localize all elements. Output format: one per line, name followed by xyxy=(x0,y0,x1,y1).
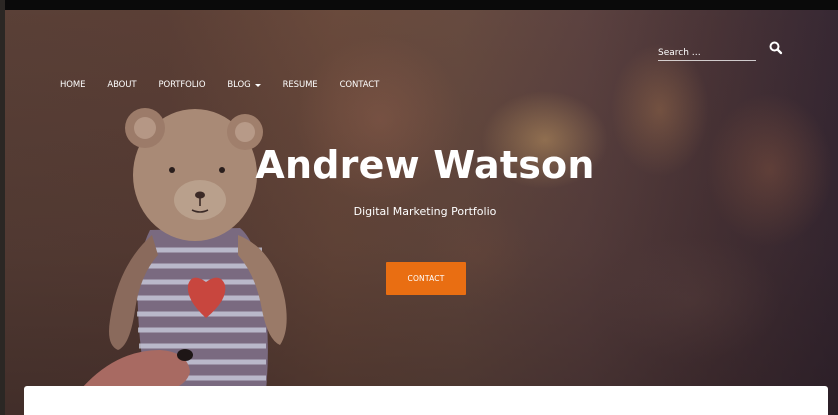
search-button[interactable] xyxy=(768,40,784,56)
nav-item-blog[interactable]: BLOG xyxy=(227,79,261,91)
caret-down-icon xyxy=(254,84,261,87)
search-input[interactable] xyxy=(658,45,756,61)
nav-item-label: ABOUT xyxy=(107,80,137,90)
search-field xyxy=(658,42,756,61)
content-panel xyxy=(24,386,828,415)
window-left-edge xyxy=(0,0,5,415)
browser-top-edge xyxy=(0,0,838,10)
main-navigation: HOME ABOUT PORTFOLIO BLOG RESUME CONTACT xyxy=(60,79,401,91)
nav-item-label: HOME xyxy=(60,80,86,90)
contact-button[interactable]: CONTACT xyxy=(386,262,466,295)
page: HOME ABOUT PORTFOLIO BLOG RESUME CONTACT… xyxy=(0,0,838,415)
hero-title: Andrew Watson xyxy=(255,143,595,187)
nav-item-label: BLOG xyxy=(227,80,251,90)
hero-subtitle: Digital Marketing Portfolio xyxy=(353,205,497,218)
nav-item-contact[interactable]: CONTACT xyxy=(340,79,380,91)
nav-item-label: PORTFOLIO xyxy=(158,80,206,90)
search-icon xyxy=(769,41,783,55)
nav-item-about[interactable]: ABOUT xyxy=(107,79,136,91)
nav-item-label: RESUME xyxy=(282,80,318,90)
nav-item-resume[interactable]: RESUME xyxy=(283,79,318,91)
nav-item-portfolio[interactable]: PORTFOLIO xyxy=(159,79,206,91)
nav-item-label: CONTACT xyxy=(339,80,380,90)
nav-item-home[interactable]: HOME xyxy=(60,79,85,91)
